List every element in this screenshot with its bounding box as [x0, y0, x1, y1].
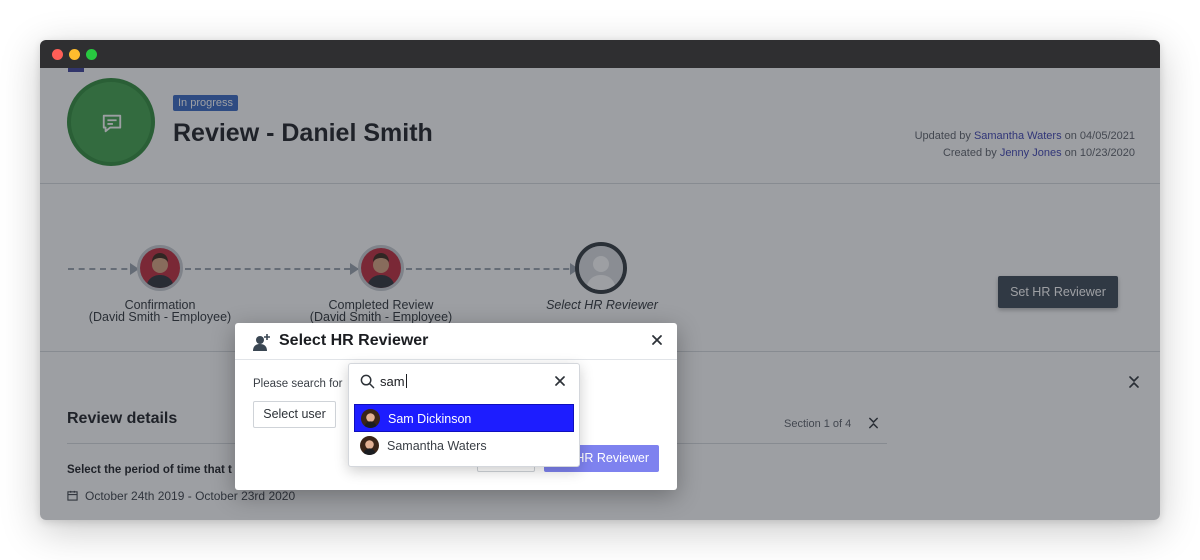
- user-search-dropdown: sam Sam Dickinson Samantha Waters: [348, 363, 580, 467]
- option-label: Samantha Waters: [387, 439, 487, 453]
- user-search-input[interactable]: sam: [380, 374, 407, 389]
- modal-header: Select HR Reviewer: [235, 323, 677, 360]
- select-user-button[interactable]: Select user: [253, 401, 336, 428]
- text-caret: [405, 374, 407, 388]
- window-zoom-dot[interactable]: [86, 49, 97, 60]
- user-option-samantha-waters[interactable]: Samantha Waters: [354, 432, 574, 460]
- avatar: [360, 436, 379, 455]
- user-plus-icon: [253, 334, 270, 351]
- modal-title: Select HR Reviewer: [279, 332, 429, 349]
- search-query-text: sam: [380, 374, 405, 389]
- clear-search-icon[interactable]: [555, 376, 565, 386]
- window-minimize-dot[interactable]: [69, 49, 80, 60]
- app-window: In progress Review - Daniel Smith Update…: [40, 40, 1160, 520]
- search-icon: [360, 374, 375, 389]
- option-label: Sam Dickinson: [388, 412, 472, 426]
- page-content: In progress Review - Daniel Smith Update…: [40, 68, 1160, 520]
- window-close-dot[interactable]: [52, 49, 63, 60]
- user-option-sam-dickinson[interactable]: Sam Dickinson: [354, 404, 574, 432]
- modal-prompt: Please search for: [253, 378, 343, 390]
- close-icon[interactable]: [651, 334, 663, 346]
- avatar: [361, 409, 380, 428]
- person-photo-icon: [360, 436, 379, 455]
- person-photo-icon: [361, 409, 380, 428]
- window-titlebar: [40, 40, 1160, 68]
